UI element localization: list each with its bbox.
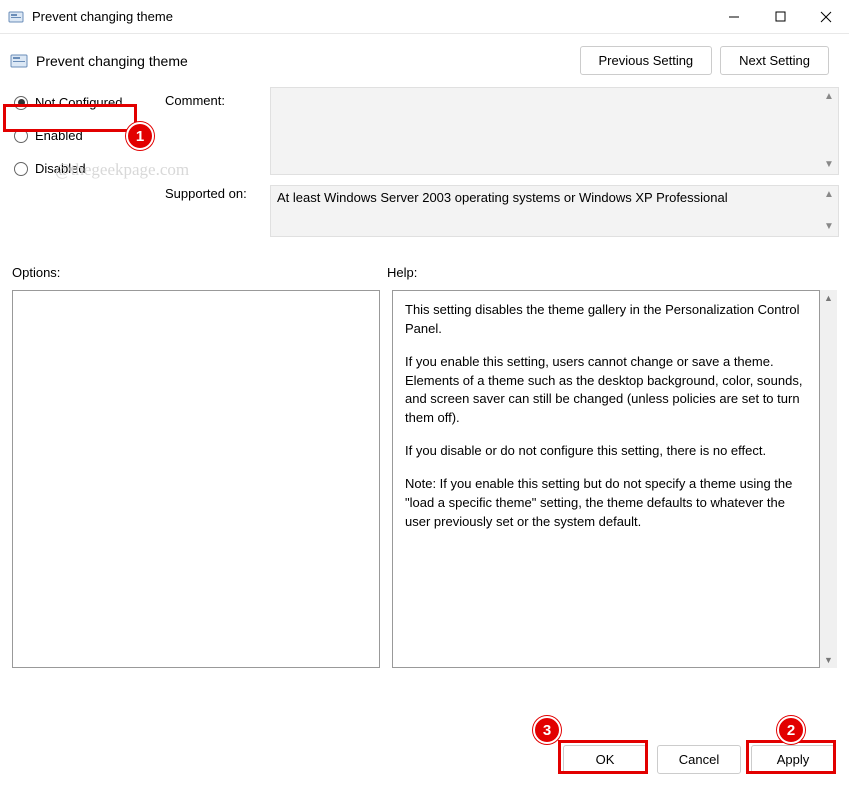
radio-label: Not Configured	[35, 95, 122, 110]
previous-setting-button[interactable]: Previous Setting	[580, 46, 713, 75]
close-button[interactable]	[803, 0, 849, 34]
help-paragraph: Note: If you enable this setting but do …	[405, 475, 807, 532]
supported-on-field: At least Windows Server 2003 operating s…	[270, 185, 839, 237]
scroll-down-icon[interactable]: ▼	[820, 652, 837, 668]
help-scrollbar[interactable]: ▲ ▼	[820, 290, 837, 668]
radio-icon	[14, 96, 28, 110]
options-panel	[12, 290, 380, 668]
comment-field[interactable]: ▲ ▼	[270, 87, 839, 175]
radio-enabled[interactable]: Enabled	[10, 126, 155, 145]
options-label: Options:	[12, 265, 387, 280]
window-controls	[711, 0, 849, 34]
scroll-up-icon[interactable]: ▲	[824, 92, 834, 102]
config-area: Not Configured Enabled Disabled Comment:…	[0, 83, 849, 247]
supported-on-text: At least Windows Server 2003 operating s…	[277, 190, 728, 205]
minimize-button[interactable]	[711, 0, 757, 34]
radio-label: Disabled	[35, 161, 86, 176]
titlebar: Prevent changing theme	[0, 0, 849, 34]
radio-icon	[14, 162, 28, 176]
panels-row: This setting disables the theme gallery …	[12, 290, 837, 668]
radio-not-configured[interactable]: Not Configured	[10, 93, 155, 112]
supported-on-label: Supported on:	[165, 186, 247, 201]
help-panel: This setting disables the theme gallery …	[392, 290, 820, 668]
next-setting-button[interactable]: Next Setting	[720, 46, 829, 75]
lower-area: Options: Help: This setting disables the…	[0, 247, 849, 668]
maximize-button[interactable]	[757, 0, 803, 34]
field-column: ▲ ▼ At least Windows Server 2003 operati…	[270, 87, 839, 237]
ok-button[interactable]: OK	[563, 745, 647, 774]
radio-disabled[interactable]: Disabled	[10, 159, 155, 178]
scroll-up-icon[interactable]: ▲	[820, 290, 837, 306]
header-row: Prevent changing theme Previous Setting …	[0, 34, 849, 83]
scroll-down-icon[interactable]: ▼	[824, 160, 834, 170]
radio-icon	[14, 129, 28, 143]
lower-labels: Options: Help:	[12, 265, 837, 280]
policy-icon	[10, 52, 28, 70]
scroll-down-icon[interactable]: ▼	[824, 222, 834, 232]
comment-label: Comment:	[165, 93, 260, 108]
radio-label: Enabled	[35, 128, 83, 143]
annotation-badge: 2	[777, 716, 805, 744]
window-title: Prevent changing theme	[32, 9, 711, 24]
radio-column: Not Configured Enabled Disabled	[10, 87, 155, 237]
help-label: Help:	[387, 265, 417, 280]
help-panel-wrap: This setting disables the theme gallery …	[392, 290, 837, 668]
help-paragraph: If you disable or do not configure this …	[405, 442, 807, 461]
policy-title: Prevent changing theme	[36, 53, 580, 69]
label-column: Comment: Supported on:	[165, 87, 260, 237]
footer-buttons: OK Cancel Apply	[563, 745, 835, 774]
scroll-up-icon[interactable]: ▲	[824, 190, 834, 200]
help-paragraph: If you enable this setting, users cannot…	[405, 353, 807, 428]
annotation-badge: 3	[533, 716, 561, 744]
apply-button[interactable]: Apply	[751, 745, 835, 774]
nav-buttons: Previous Setting Next Setting	[580, 46, 830, 75]
policy-icon	[8, 9, 24, 25]
help-paragraph: This setting disables the theme gallery …	[405, 301, 807, 339]
cancel-button[interactable]: Cancel	[657, 745, 741, 774]
